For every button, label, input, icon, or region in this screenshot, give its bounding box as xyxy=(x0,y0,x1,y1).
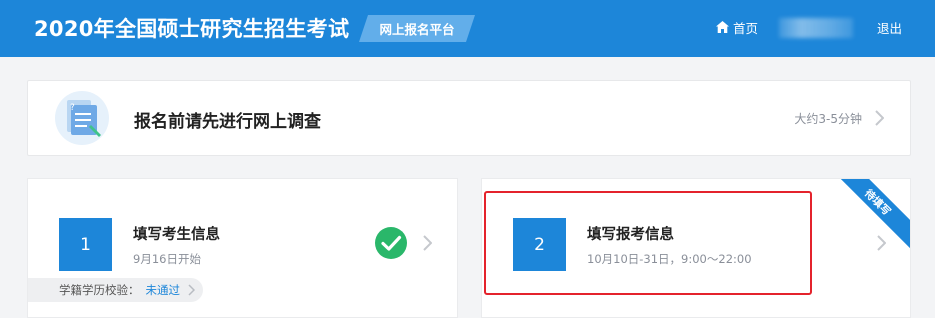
platform-badge: 网上报名平台 xyxy=(359,15,475,42)
survey-title: 报名前请先进行网上调查 xyxy=(134,112,321,132)
home-icon xyxy=(716,21,729,33)
step-title: 填写考生信息 xyxy=(133,227,220,243)
user-name-redacted xyxy=(779,18,853,38)
check-icon xyxy=(375,227,407,259)
step-title: 填写报考信息 xyxy=(587,227,674,243)
chevron-right-icon xyxy=(423,235,432,251)
questionnaire-icon: ? xyxy=(55,91,109,145)
pending-ribbon: 待填写 xyxy=(828,179,910,252)
chevron-right-icon xyxy=(877,235,886,251)
survey-duration: 大约3-5分钟 xyxy=(794,112,862,126)
verify-label: 学籍学历校验： xyxy=(59,283,140,297)
step-card-2[interactable]: 2 填写报考信息 10月10日-31日，9:00～22:00 待填写 xyxy=(481,178,911,318)
step-card-1[interactable]: 1 填写考生信息 9月16日开始 学籍学历校验： 未通过 xyxy=(27,178,458,318)
chevron-right-icon xyxy=(188,284,195,296)
svg-text:?: ? xyxy=(70,103,75,113)
top-header: 2020年全国硕士研究生招生考试 网上报名平台 首页 退出 xyxy=(0,0,935,57)
step-subtitle: 9月16日开始 xyxy=(133,252,201,266)
home-label: 首页 xyxy=(733,20,759,36)
step-number: 2 xyxy=(513,218,566,271)
step-subtitle: 10月10日-31日，9:00～22:00 xyxy=(587,252,752,266)
verification-status-pill[interactable]: 学籍学历校验： 未通过 xyxy=(28,278,203,302)
home-link[interactable]: 首页 xyxy=(716,18,758,36)
logout-link[interactable]: 退出 xyxy=(877,18,902,37)
page-title: 2020年全国硕士研究生招生考试 xyxy=(34,17,350,41)
verify-status: 未通过 xyxy=(145,283,181,297)
step-number: 1 xyxy=(59,218,112,271)
chevron-right-icon xyxy=(875,110,884,126)
survey-card[interactable]: ? 报名前请先进行网上调查 大约3-5分钟 xyxy=(27,80,911,156)
